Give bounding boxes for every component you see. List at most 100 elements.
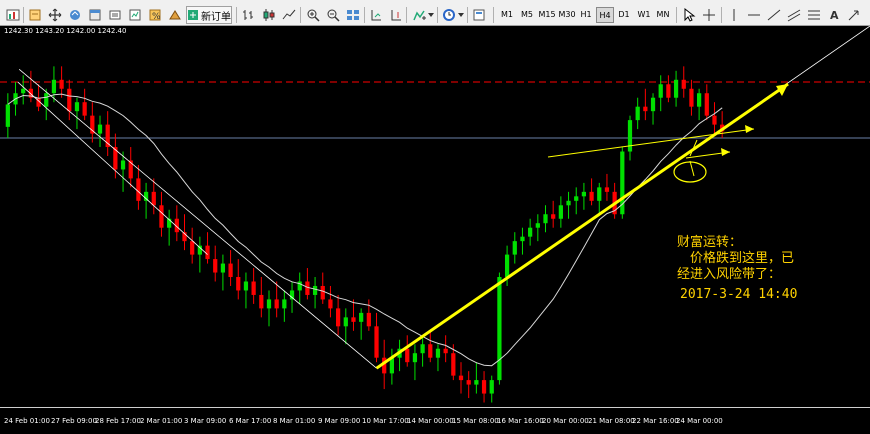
ohlc-readout: 1242.30 1243.20 1242.00 1242.40 xyxy=(4,27,127,35)
candle-body xyxy=(305,281,310,295)
navigator-icon[interactable] xyxy=(86,6,104,24)
line-chart-icon[interactable] xyxy=(280,6,298,24)
templates-icon[interactable] xyxy=(470,6,488,24)
periodicity-dropdown-icon[interactable] xyxy=(457,6,465,24)
candle-body xyxy=(458,375,464,381)
candle-body xyxy=(128,160,133,179)
candle-body xyxy=(581,191,587,197)
zoom-out-icon[interactable] xyxy=(324,6,342,24)
tile-windows-icon[interactable] xyxy=(344,6,362,24)
candle-body xyxy=(428,344,433,358)
indicators-dropdown-icon[interactable] xyxy=(427,6,435,24)
down-channel-line-upper xyxy=(17,81,208,255)
toolbar: % 新订单 M1 M5 M15 M30 H1 H4 D1 W1 MN A xyxy=(0,4,870,26)
candle-body xyxy=(143,191,149,201)
text-tool-icon[interactable]: A xyxy=(825,6,843,24)
x-tick: 15 Mar 08:00 xyxy=(452,417,499,425)
auto-scroll-icon[interactable] xyxy=(367,6,385,24)
terminal-icon[interactable] xyxy=(106,6,124,24)
timeframe-h4[interactable]: H4 xyxy=(596,7,614,23)
candle-body xyxy=(697,93,702,107)
x-tick: 24 Feb 01:00 xyxy=(4,417,50,425)
svg-text:A: A xyxy=(830,9,839,22)
timeframe-m5[interactable]: M5 xyxy=(518,7,536,23)
candle-body xyxy=(151,191,156,206)
x-tick: 16 Mar 16:00 xyxy=(497,417,544,425)
candle-body xyxy=(289,290,295,300)
timeframe-w1[interactable]: W1 xyxy=(635,7,653,23)
tester-icon[interactable] xyxy=(126,6,144,24)
periodicity-clock-icon[interactable] xyxy=(440,6,458,24)
candle-body xyxy=(190,241,195,255)
horizontal-line-icon[interactable] xyxy=(745,6,763,24)
candle-body xyxy=(251,281,256,295)
candle-body xyxy=(328,299,333,309)
candle-body xyxy=(343,317,348,327)
options-icon[interactable]: % xyxy=(146,6,164,24)
candle-body xyxy=(597,187,602,201)
flag-upper-arrowhead xyxy=(745,125,754,133)
candle-body xyxy=(236,277,241,291)
x-tick: 2 Mar 01:00 xyxy=(140,417,183,425)
x-tick: 24 Mar 00:00 xyxy=(676,417,723,425)
candle-body xyxy=(481,380,487,394)
crosshair-icon[interactable] xyxy=(700,6,718,24)
down-channel-line xyxy=(18,68,377,369)
profiles-icon[interactable] xyxy=(26,6,44,24)
arrows-icon[interactable] xyxy=(845,6,863,24)
candle-body xyxy=(704,93,709,116)
candle-body xyxy=(97,124,103,134)
candle-body xyxy=(412,353,418,363)
fibonacci-icon[interactable] xyxy=(805,6,823,24)
candle-body xyxy=(243,281,249,291)
trendline-icon[interactable] xyxy=(765,6,783,24)
candle-body xyxy=(113,147,118,170)
market-watch-icon[interactable] xyxy=(66,6,84,24)
candle-body xyxy=(351,317,356,322)
cursor-icon[interactable] xyxy=(680,6,698,24)
candle-body xyxy=(589,191,594,201)
timeframe-m1[interactable]: M1 xyxy=(498,7,516,23)
timeframe-h1[interactable]: H1 xyxy=(578,7,594,23)
timeframe-d1[interactable]: D1 xyxy=(616,7,632,23)
candle-body xyxy=(627,120,633,152)
candle-body xyxy=(566,200,571,206)
time-axis: 24 Feb 01:00 27 Feb 09:00 28 Feb 17:00 2… xyxy=(0,407,870,434)
timeframe-m30[interactable]: M30 xyxy=(557,7,577,23)
candle-body xyxy=(59,79,64,89)
chart-shift-icon[interactable] xyxy=(387,6,405,24)
indicators-icon[interactable] xyxy=(410,6,428,24)
x-tick: 10 Mar 17:00 xyxy=(362,417,409,425)
bar-chart-icon[interactable] xyxy=(240,6,258,24)
channel-icon[interactable] xyxy=(785,6,803,24)
candle-body xyxy=(120,160,126,170)
candle-body xyxy=(374,326,379,358)
candle-body xyxy=(136,178,141,201)
candle-body xyxy=(574,196,579,201)
crosshair-move-icon[interactable] xyxy=(46,6,64,24)
timeframe-m15[interactable]: M15 xyxy=(537,7,557,23)
candle-body xyxy=(320,285,325,300)
x-tick: 20 Mar 00:00 xyxy=(542,417,589,425)
candlestick-icon[interactable] xyxy=(260,6,278,24)
candle-body xyxy=(21,88,26,94)
candle-body xyxy=(82,102,87,116)
price-chart[interactable] xyxy=(0,26,870,407)
candle-body xyxy=(650,97,656,112)
vertical-line-icon[interactable] xyxy=(725,6,743,24)
candle-body xyxy=(658,84,663,98)
candle-body xyxy=(282,299,287,309)
timeframe-mn[interactable]: MN xyxy=(654,7,672,23)
x-tick: 27 Feb 09:00 xyxy=(51,417,97,425)
history-icon[interactable] xyxy=(166,6,184,24)
new-chart-icon[interactable] xyxy=(4,6,22,24)
new-order-button[interactable]: 新订单 xyxy=(186,6,232,24)
zoom-in-icon[interactable] xyxy=(304,6,322,24)
candle-body xyxy=(558,205,563,219)
candle-body xyxy=(67,88,72,112)
candle-body xyxy=(443,348,448,354)
candle-body xyxy=(689,88,694,107)
candle-body xyxy=(604,187,610,192)
candle-body xyxy=(681,79,686,89)
candle-body xyxy=(159,205,164,228)
